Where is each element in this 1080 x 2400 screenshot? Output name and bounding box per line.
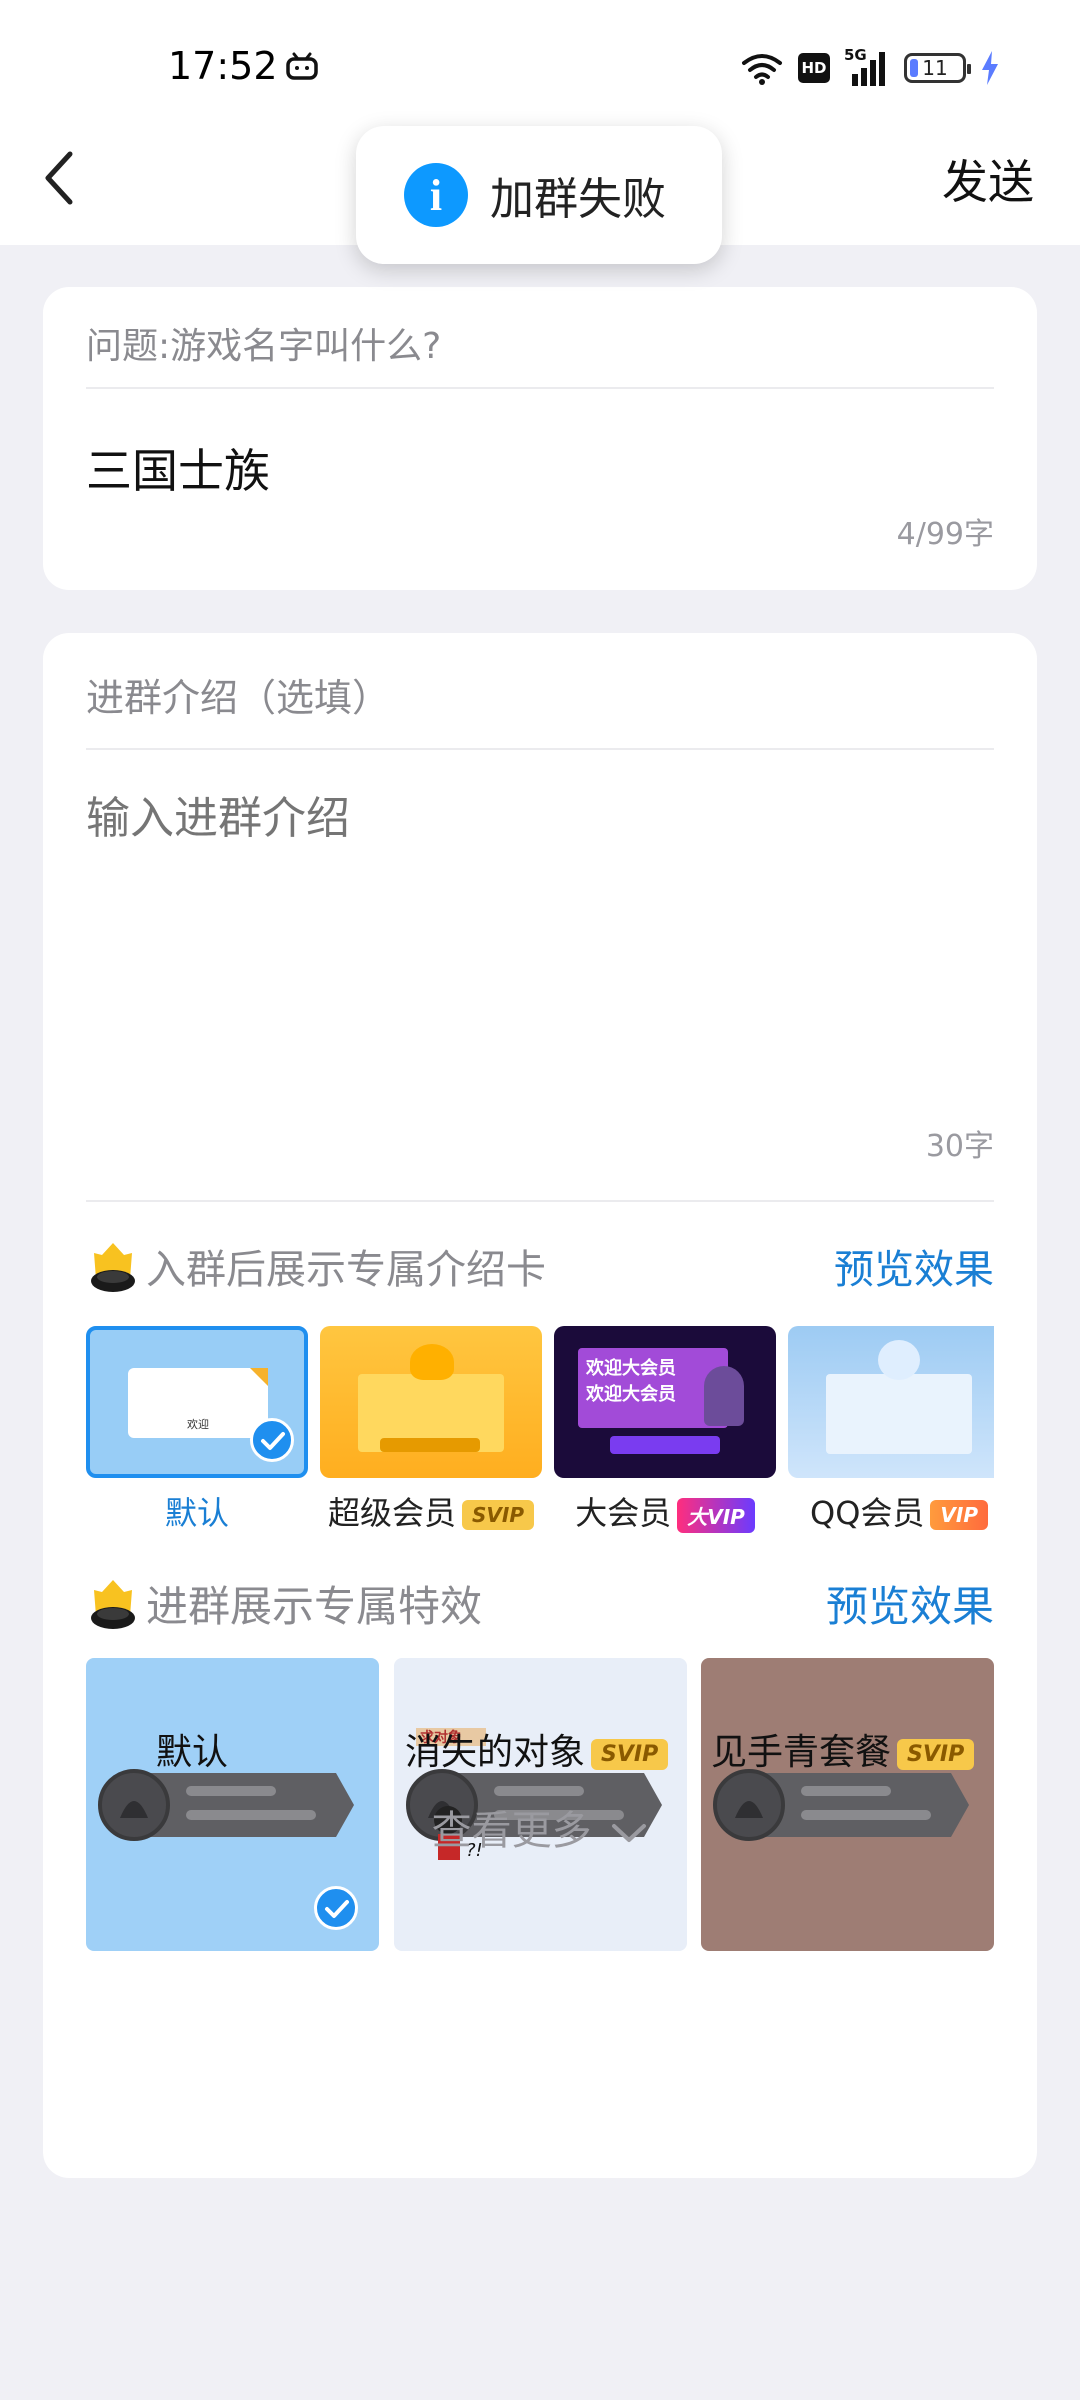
divider	[86, 1200, 994, 1202]
info-icon: i	[404, 163, 468, 227]
intro-card-svip[interactable]	[320, 1326, 542, 1478]
intro-card: 进群介绍（选填） 30字 入群后展示专属介绍卡 预览效果 欢迎 默认	[43, 633, 1037, 2178]
crown-icon	[91, 1580, 135, 1629]
intro-card-options: 欢迎 默认 超级会员 SVIP 欢迎大会员 欢迎大会员 大会员 大VIP QQ会…	[86, 1326, 994, 1556]
intro-cards-title: 入群后展示专属介绍卡	[146, 1247, 546, 1293]
crown-icon	[91, 1243, 135, 1292]
network-type: 5G	[844, 46, 867, 64]
card-button	[380, 1438, 480, 1452]
intro-card-label: 超级会员 SVIP	[311, 1488, 551, 1534]
intro-card-qqvip[interactable]	[788, 1326, 994, 1478]
effect-label: 消失的对象 SVIP	[405, 1723, 669, 1775]
charging-icon	[982, 51, 998, 85]
question-label: 问题:游戏名字叫什么?	[86, 326, 442, 367]
intro-card-label: QQ会员 VIP	[779, 1488, 994, 1534]
tile-text: 欢迎	[187, 1418, 209, 1431]
wifi-icon	[742, 54, 782, 85]
toast-message: 加群失败	[490, 174, 666, 225]
intro-cards-preview-link[interactable]: 预览效果	[834, 1237, 994, 1295]
battery-icon: 11	[904, 53, 971, 83]
question-card: 问题:游戏名字叫什么? 三国士族 4/99字	[43, 287, 1037, 590]
send-button[interactable]: 发送	[942, 146, 1034, 212]
view-more-button[interactable]: 查看更多	[43, 1798, 1037, 1856]
card-preview: 欢迎	[128, 1368, 268, 1438]
status-icons: HD 5G 11	[740, 46, 1000, 90]
effect-label: 默认	[156, 1732, 229, 1773]
effects-header: 进群展示专属特效 预览效果	[86, 1568, 994, 1638]
selected-check-icon	[250, 1418, 294, 1462]
ribbon	[250, 1368, 268, 1386]
bilibili-icon	[286, 52, 318, 80]
answer-char-count: 4/99字	[896, 517, 994, 552]
intro-cards-header: 入群后展示专属介绍卡 预览效果	[86, 1231, 994, 1301]
card-button	[610, 1436, 720, 1454]
selected-check-icon	[314, 1886, 358, 1930]
effect-label: 见手青套餐 SVIP	[711, 1723, 975, 1775]
back-icon[interactable]	[40, 148, 80, 208]
effects-preview-link[interactable]: 预览效果	[826, 1573, 994, 1634]
hd-icon: HD	[798, 53, 830, 83]
character-figure	[704, 1366, 744, 1426]
intro-card-label: 大会员 大VIP	[545, 1488, 785, 1534]
answer-input[interactable]: 三国士族	[86, 435, 270, 501]
intro-textarea[interactable]	[86, 793, 986, 844]
chevron-down-icon	[612, 1824, 647, 1842]
intro-card-default[interactable]: 欢迎	[86, 1326, 308, 1478]
divider	[86, 748, 994, 750]
divider	[86, 387, 994, 389]
error-toast: i 加群失败	[356, 126, 722, 264]
intro-card-bigvip[interactable]: 欢迎大会员 欢迎大会员	[554, 1326, 776, 1478]
view-more-label: 查看更多	[431, 1808, 592, 1854]
banner-text: 欢迎大会员	[586, 1358, 676, 1379]
status-bar: 17:52 HD 5G 11	[0, 0, 1080, 135]
effects-title: 进群展示专属特效	[146, 1581, 483, 1631]
intro-card-label: 默认	[164, 1494, 229, 1532]
penguin-icon	[878, 1340, 920, 1380]
signal-icon: 5G	[844, 46, 890, 86]
intro-char-count: 30字	[925, 1129, 994, 1164]
status-time: 17:52	[168, 44, 278, 88]
intro-label: 进群介绍（选填）	[86, 676, 391, 720]
penguin-icon	[410, 1344, 454, 1380]
card-preview	[826, 1374, 972, 1454]
